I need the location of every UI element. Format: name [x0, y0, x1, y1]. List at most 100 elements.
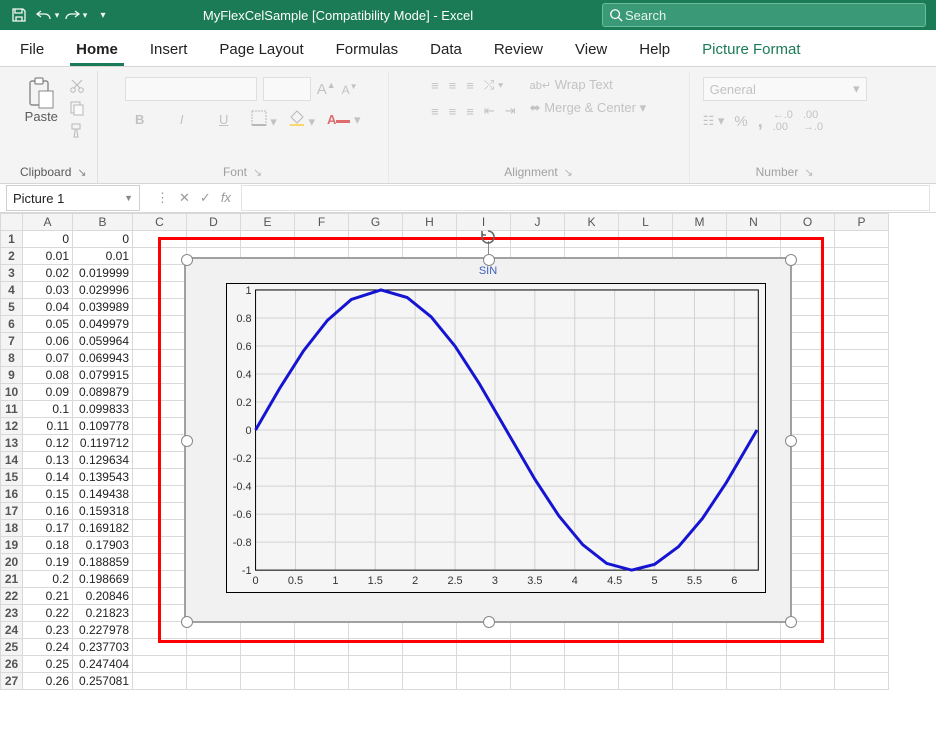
cell[interactable]: 0.247404 [73, 656, 133, 673]
cell[interactable] [673, 231, 727, 248]
cell[interactable] [403, 673, 457, 690]
row-header[interactable]: 27 [1, 673, 23, 690]
align-middle-icon[interactable]: ≡ [449, 78, 457, 93]
cell[interactable] [403, 656, 457, 673]
search-box[interactable] [602, 3, 926, 27]
row-header[interactable]: 21 [1, 571, 23, 588]
cell[interactable]: 0.12 [23, 435, 73, 452]
cell[interactable] [133, 299, 187, 316]
column-header[interactable]: H [403, 214, 457, 231]
align-bottom-icon[interactable]: ≡ [466, 78, 474, 93]
cell[interactable] [457, 639, 511, 656]
cell[interactable] [133, 520, 187, 537]
tab-formulas[interactable]: Formulas [330, 35, 405, 66]
font-family-select[interactable] [125, 77, 257, 101]
resize-handle[interactable] [483, 616, 495, 628]
cell[interactable] [835, 520, 889, 537]
cell[interactable]: 0.01 [73, 248, 133, 265]
row-header[interactable]: 19 [1, 537, 23, 554]
column-header[interactable]: P [835, 214, 889, 231]
cell[interactable] [727, 673, 781, 690]
cell[interactable]: 0.099833 [73, 401, 133, 418]
cell[interactable] [295, 673, 349, 690]
fx-cancel-icon[interactable]: ✕ [179, 190, 190, 206]
cell[interactable] [133, 350, 187, 367]
cell[interactable] [835, 401, 889, 418]
cell[interactable] [835, 299, 889, 316]
cell[interactable] [781, 673, 835, 690]
cell[interactable]: 0 [73, 231, 133, 248]
resize-handle[interactable] [181, 254, 193, 266]
resize-handle[interactable] [181, 616, 193, 628]
cell[interactable]: 0.05 [23, 316, 73, 333]
cell[interactable] [295, 622, 349, 639]
cell[interactable] [403, 622, 457, 639]
cell[interactable] [835, 435, 889, 452]
cell[interactable] [133, 435, 187, 452]
row-header[interactable]: 14 [1, 452, 23, 469]
cell[interactable] [295, 639, 349, 656]
tab-help[interactable]: Help [633, 35, 676, 66]
save-icon[interactable] [6, 3, 32, 27]
cell[interactable] [133, 605, 187, 622]
column-header[interactable]: J [511, 214, 565, 231]
cell[interactable]: 0.079915 [73, 367, 133, 384]
cell[interactable] [295, 656, 349, 673]
cell[interactable] [619, 673, 673, 690]
redo-icon[interactable]: ▾ [62, 3, 88, 27]
cell[interactable] [133, 537, 187, 554]
alignment-launcher-icon[interactable]: ↘ [564, 167, 573, 179]
cell[interactable] [133, 401, 187, 418]
cell[interactable] [835, 554, 889, 571]
number-format-select[interactable]: General▾ [703, 77, 867, 101]
row-header[interactable]: 10 [1, 384, 23, 401]
cell[interactable] [349, 673, 403, 690]
cell[interactable] [727, 622, 781, 639]
orientation-icon[interactable]: ⤭ ▾ [484, 77, 503, 93]
cell[interactable] [133, 588, 187, 605]
cell[interactable]: 0.14 [23, 469, 73, 486]
cell[interactable] [565, 231, 619, 248]
cell[interactable]: 0.19 [23, 554, 73, 571]
cell[interactable] [241, 673, 295, 690]
column-header[interactable]: C [133, 214, 187, 231]
cell[interactable] [133, 503, 187, 520]
cell[interactable]: 0.04 [23, 299, 73, 316]
column-header[interactable]: G [349, 214, 403, 231]
search-input[interactable] [623, 7, 919, 24]
cell[interactable]: 0.23 [23, 622, 73, 639]
column-header[interactable]: A [23, 214, 73, 231]
formula-input[interactable] [241, 185, 930, 211]
cell[interactable] [619, 639, 673, 656]
row-header[interactable]: 18 [1, 520, 23, 537]
cell[interactable] [673, 622, 727, 639]
cell[interactable]: 0.119712 [73, 435, 133, 452]
italic-button[interactable]: I [167, 109, 197, 130]
cell[interactable] [511, 673, 565, 690]
cell[interactable] [457, 673, 511, 690]
cell[interactable]: 0.059964 [73, 333, 133, 350]
tab-page-layout[interactable]: Page Layout [213, 35, 309, 66]
cell[interactable]: 0.21823 [73, 605, 133, 622]
decrease-indent-icon[interactable]: ⇤ [484, 103, 495, 119]
cell[interactable] [133, 367, 187, 384]
row-header[interactable]: 20 [1, 554, 23, 571]
select-all-corner[interactable] [1, 214, 23, 231]
tab-picture-format[interactable]: Picture Format [696, 35, 806, 66]
row-header[interactable]: 24 [1, 622, 23, 639]
cell[interactable]: 0.227978 [73, 622, 133, 639]
cell[interactable] [133, 231, 187, 248]
cell[interactable]: 0.18 [23, 537, 73, 554]
cell[interactable] [133, 486, 187, 503]
row-header[interactable]: 15 [1, 469, 23, 486]
cell[interactable]: 0.03 [23, 282, 73, 299]
cell[interactable] [835, 282, 889, 299]
cell[interactable] [133, 469, 187, 486]
worksheet-grid[interactable]: ABCDEFGHIJKLMNOP10020.010.0130.020.01999… [0, 213, 936, 740]
format-painter-icon[interactable] [68, 121, 86, 139]
cell[interactable] [133, 571, 187, 588]
cell[interactable] [241, 622, 295, 639]
cell[interactable]: 0.02 [23, 265, 73, 282]
cell[interactable] [727, 656, 781, 673]
merge-center-button[interactable]: ⬌ Merge & Center ▾ [530, 100, 646, 116]
